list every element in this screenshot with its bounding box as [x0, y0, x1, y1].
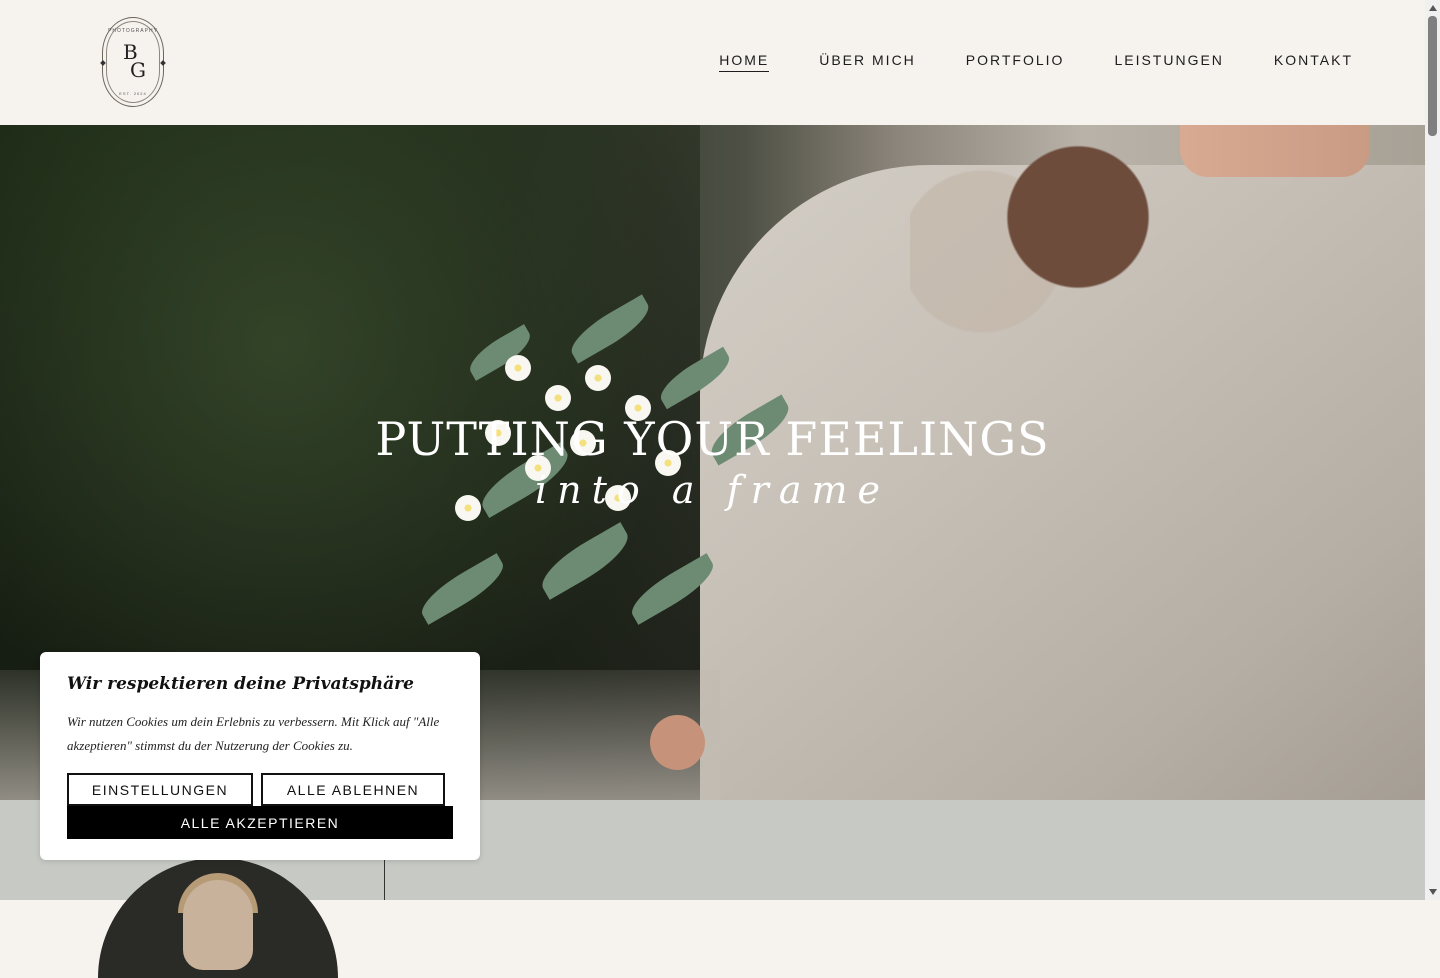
leaf: [414, 553, 511, 625]
brand-logo[interactable]: PHOTOGRAPHY B G EST. 2024: [100, 17, 166, 107]
nav-home[interactable]: HOME: [719, 52, 770, 72]
hand-holding-bouquet: [650, 715, 705, 770]
page-scrollbar[interactable]: [1425, 0, 1440, 900]
cookie-consent-banner: Wir respektieren deine Privatsphäre Wir …: [40, 652, 480, 860]
cookie-settings-button[interactable]: EINSTELLUNGEN: [67, 773, 253, 806]
scroll-down-arrow[interactable]: [1429, 889, 1437, 895]
section-divider: [384, 860, 385, 900]
nav-portfolio[interactable]: PORTFOLIO: [966, 52, 1065, 72]
hero-subtitle: into a frame: [535, 468, 890, 512]
logo-initial-g: G: [130, 58, 146, 82]
cookie-title: Wir respektieren deine Privatsphäre: [67, 674, 414, 694]
hair-area: [910, 125, 1150, 355]
hero-title: PUTTING YOUR FEELINGS: [375, 412, 1050, 466]
logo-left-dot: [100, 60, 106, 66]
flower: [585, 365, 611, 391]
cookie-text: Wir nutzen Cookies um dein Erlebnis zu v…: [67, 714, 440, 753]
nav-about[interactable]: ÜBER MICH: [819, 52, 916, 72]
scroll-thumb[interactable]: [1428, 16, 1437, 136]
flower: [545, 385, 571, 411]
main-navigation: HOME ÜBER MICH PORTFOLIO LEISTUNGEN KONT…: [719, 52, 1353, 72]
cookie-accept-all-button[interactable]: ALLE AKZEPTIEREN: [67, 806, 453, 839]
logo-bottom-text: EST. 2024: [119, 91, 147, 96]
logo-top-text: PHOTOGRAPHY: [108, 28, 158, 34]
flower: [505, 355, 531, 381]
leaf: [624, 553, 721, 625]
portrait-face: [183, 880, 253, 970]
logo-right-dot: [160, 60, 166, 66]
leaf: [533, 522, 637, 600]
cookie-reject-all-button[interactable]: ALLE ABLEHNEN: [261, 773, 445, 806]
hand-on-shoulder: [1180, 125, 1370, 177]
nav-services[interactable]: LEISTUNGEN: [1114, 52, 1223, 72]
nav-contact[interactable]: KONTAKT: [1274, 52, 1353, 72]
leaf: [653, 346, 737, 410]
scroll-up-arrow[interactable]: [1429, 5, 1437, 11]
leaf: [564, 294, 656, 364]
site-header: PHOTOGRAPHY B G EST. 2024 HOME ÜBER MICH…: [0, 0, 1425, 125]
